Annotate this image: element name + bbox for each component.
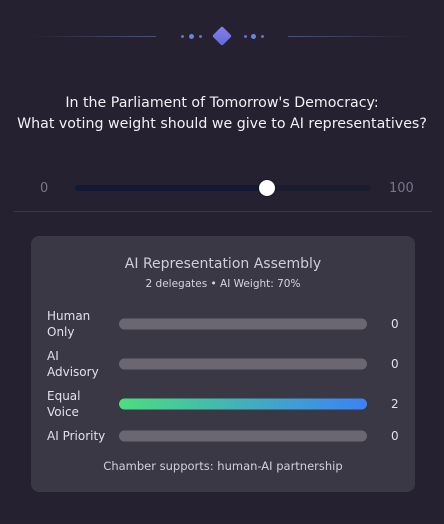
question-prompt: In the Parliament of Tomorrow's Democrac…	[0, 93, 444, 135]
vote-row-human-only: Human Only 0	[47, 308, 399, 340]
ornament-dot	[189, 34, 194, 39]
vote-row-label: Equal Voice	[47, 389, 81, 419]
ornament-dot	[261, 35, 264, 38]
slider-fill	[75, 185, 268, 191]
assembly-subtitle: 2 delegates • AI Weight: 70%	[145, 278, 301, 290]
vote-row-label: AI Advisory	[47, 349, 99, 379]
vote-row-bar	[119, 430, 367, 442]
vote-row-bar	[119, 358, 367, 370]
vote-row-label: AI Priority	[47, 429, 106, 443]
ornament-line-right	[288, 36, 414, 37]
vote-row-equal-voice: Equal Voice 2	[47, 388, 399, 420]
ornament-dot	[244, 35, 247, 38]
divider	[14, 211, 432, 212]
vote-row-count: 0	[391, 317, 399, 331]
ornament-dot	[251, 34, 256, 39]
assembly-card: AI Representation Assembly 2 delegates •…	[31, 236, 415, 492]
header-ornament	[0, 26, 444, 46]
vote-row-count: 2	[391, 397, 399, 411]
slider-thumb[interactable]	[259, 180, 276, 196]
question-line-2: What voting weight should we give to AI …	[17, 116, 427, 132]
chamber-summary: Chamber supports: human-AI partnership	[103, 459, 343, 473]
vote-row-label: Human Only	[47, 309, 91, 339]
vote-row-ai-advisory: AI Advisory 0	[47, 348, 399, 380]
vote-row-ai-priority: AI Priority 0	[47, 420, 399, 452]
vote-row-bar-fill	[119, 398, 367, 410]
assembly-title: AI Representation Assembly	[124, 256, 322, 272]
diamond-icon	[212, 26, 232, 46]
ornament-dot	[181, 35, 184, 38]
vote-row-bar	[119, 318, 367, 330]
vote-row-bar	[119, 398, 367, 410]
question-line-1: In the Parliament of Tomorrow's Democrac…	[65, 95, 379, 111]
ornament-dot	[199, 35, 202, 38]
slider-min-label: 0	[40, 181, 49, 196]
vote-row-count: 0	[391, 429, 399, 443]
ornament-line-left	[30, 36, 156, 37]
ai-weight-slider[interactable]	[75, 180, 371, 196]
vote-row-count: 0	[391, 357, 399, 371]
slider-max-label: 100	[389, 181, 414, 196]
